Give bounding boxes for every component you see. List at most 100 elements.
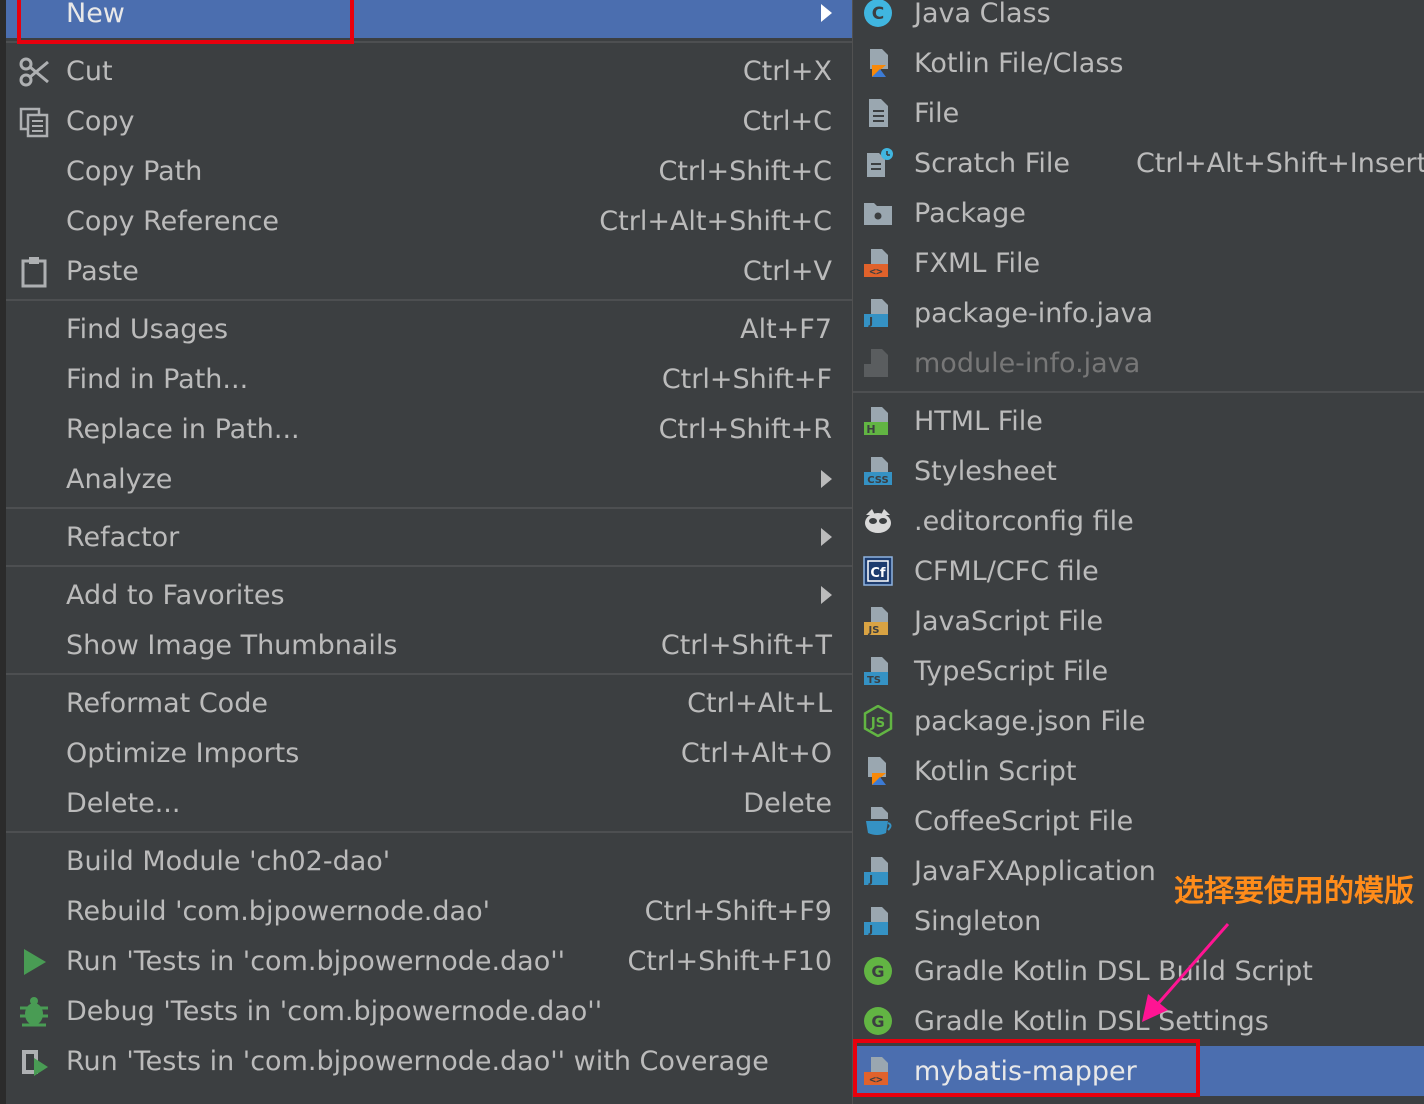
menu-item-label: Scratch File [914, 147, 1070, 179]
svg-text:J: J [868, 873, 873, 886]
file-icon [862, 97, 894, 129]
gradle-icon: G [862, 1005, 894, 1037]
menu-item-label: Copy Reference [66, 205, 280, 237]
menu-item-package-info[interactable]: Jpackage-info.java [853, 288, 1424, 338]
menu-item-shortcut: Ctrl+V [742, 255, 832, 287]
menu-item-label: Java Class [914, 0, 1051, 29]
menu-separator [6, 670, 852, 678]
svg-text:<>: <> [869, 1073, 883, 1086]
menu-item-label: New [66, 0, 125, 29]
css-file-icon: CSS [862, 455, 894, 487]
menu-separator [6, 504, 852, 512]
menu-item-build-module[interactable]: Build Module 'ch02-dao' [6, 836, 852, 886]
debug-bug-icon [18, 996, 50, 1028]
submenu-arrow-icon [821, 586, 832, 604]
menu-item-label: Replace in Path... [66, 413, 300, 445]
submenu-arrow-icon [821, 528, 832, 546]
menu-item-scratch-file[interactable]: Scratch File Ctrl+Alt+Shift+Insert [853, 138, 1424, 188]
menu-item-run-coverage[interactable]: Run 'Tests in 'com.bjpowernode.dao'' wit… [6, 1036, 852, 1086]
svg-text:J: J [868, 315, 873, 328]
svg-text:JS: JS [870, 716, 885, 731]
menu-item-label: FXML File [914, 247, 1041, 279]
menu-item-refactor[interactable]: Refactor [6, 512, 852, 562]
menu-item-reformat-code[interactable]: Reformat Code Ctrl+Alt+L [6, 678, 852, 728]
submenu-arrow-icon [821, 470, 832, 488]
menu-item-label: Package [914, 197, 1026, 229]
menu-item-label: CoffeeScript File [914, 805, 1134, 837]
clipboard-icon [18, 256, 50, 288]
menu-item-javascript-file[interactable]: JS JavaScript File [853, 596, 1424, 646]
menu-item-cfml-cfc[interactable]: Cf CFML/CFC file [853, 546, 1424, 596]
menu-item-label: package-info.java [914, 297, 1154, 329]
menu-item-shortcut: Ctrl+Shift+R [658, 413, 832, 445]
menu-item-replace-in-path[interactable]: Replace in Path... Ctrl+Shift+R [6, 404, 852, 454]
menu-item-debug-tests[interactable]: Debug 'Tests in 'com.bjpowernode.dao'' [6, 986, 852, 1036]
nodejs-icon: JS [862, 704, 894, 738]
menu-item-label: Add to Favorites [66, 579, 285, 611]
menu-item-java-class[interactable]: C Java Class [853, 0, 1424, 38]
menu-item-fxml-file[interactable]: <> FXML File [853, 238, 1424, 288]
menu-item-file[interactable]: File [853, 88, 1424, 138]
scratch-file-icon [862, 147, 894, 179]
svg-text:TS: TS [867, 675, 881, 686]
java-file-icon: J [862, 297, 894, 329]
menu-item-label: Analyze [66, 463, 173, 495]
menu-item-package[interactable]: Package [853, 188, 1424, 238]
menu-item-optimize-imports[interactable]: Optimize Imports Ctrl+Alt+O [6, 728, 852, 778]
menu-item-shortcut: Ctrl+Alt+O [680, 737, 832, 769]
menu-item-typescript-file[interactable]: TS TypeScript File [853, 646, 1424, 696]
menu-item-package-json[interactable]: JS package.json File [853, 696, 1424, 746]
menu-item-label: mybatis-mapper [914, 1055, 1137, 1087]
javascript-file-icon: JS [862, 605, 894, 637]
menu-item-copy-reference[interactable]: Copy Reference Ctrl+Alt+Shift+C [6, 196, 852, 246]
annotation-text: 选择要使用的模版 [1174, 874, 1414, 909]
coffeescript-icon [862, 805, 894, 837]
menu-item-find-in-path[interactable]: Find in Path... Ctrl+Shift+F [6, 354, 852, 404]
menu-item-stylesheet[interactable]: CSS Stylesheet [853, 446, 1424, 496]
menu-item-label: Run 'Tests in 'com.bjpowernode.dao'' [66, 945, 566, 977]
svg-text:JS: JS [868, 625, 880, 636]
kotlin-script-icon [862, 755, 894, 787]
menu-item-label: Find Usages [66, 313, 229, 345]
menu-item-label: Reformat Code [66, 687, 268, 719]
menu-item-find-usages[interactable]: Find Usages Alt+F7 [6, 304, 852, 354]
menu-item-copy[interactable]: Copy Ctrl+C [6, 96, 852, 146]
run-icon [18, 946, 50, 978]
menu-item-label: Copy [66, 105, 135, 137]
menu-item-shortcut: Ctrl+Shift+C [658, 155, 832, 187]
menu-item-rebuild[interactable]: Rebuild 'com.bjpowernode.dao' Ctrl+Shift+… [6, 886, 852, 936]
kotlin-file-icon [862, 47, 894, 79]
fxml-file-icon: <> [862, 247, 894, 279]
menu-separator [6, 828, 852, 836]
menu-item-paste[interactable]: Paste Ctrl+V [6, 246, 852, 296]
menu-item-label: Show Image Thumbnails [66, 629, 398, 661]
menu-item-cut[interactable]: Cut Ctrl+X [6, 46, 852, 96]
menu-item-label: Kotlin File/Class [914, 47, 1124, 79]
menu-item-shortcut: Ctrl+Shift+F [661, 363, 832, 395]
menu-item-label: Refactor [66, 521, 180, 553]
editorconfig-icon [862, 505, 894, 537]
menu-item-label: Run 'Tests in 'com.bjpowernode.dao'' wit… [66, 1045, 769, 1077]
menu-item-delete[interactable]: Delete... Delete [6, 778, 852, 828]
menu-item-label: JavaScript File [914, 605, 1104, 637]
menu-item-new[interactable]: New [6, 0, 852, 38]
menu-item-analyze[interactable]: Analyze [6, 454, 852, 504]
menu-item-coffeescript-file[interactable]: CoffeeScript File [853, 796, 1424, 846]
menu-item-editorconfig[interactable]: .editorconfig file [853, 496, 1424, 546]
menu-item-mybatis-mapper[interactable]: <> mybatis-mapper [853, 1046, 1424, 1096]
menu-item-kotlin-file-class[interactable]: Kotlin File/Class [853, 38, 1424, 88]
menu-separator [6, 38, 852, 46]
menu-item-label: package.json File [914, 705, 1146, 737]
menu-item-shortcut: Ctrl+Alt+Shift+C [599, 205, 832, 237]
menu-item-label: TypeScript File [914, 655, 1109, 687]
menu-item-add-to-favorites[interactable]: Add to Favorites [6, 570, 852, 620]
menu-item-kotlin-script[interactable]: Kotlin Script [853, 746, 1424, 796]
menu-item-shortcut: Alt+F7 [740, 313, 832, 345]
menu-item-copy-path[interactable]: Copy Path Ctrl+Shift+C [6, 146, 852, 196]
menu-item-show-image-thumbnails[interactable]: Show Image Thumbnails Ctrl+Shift+T [6, 620, 852, 670]
submenu-arrow-icon [821, 4, 832, 22]
menu-item-html-file[interactable]: H HTML File [853, 396, 1424, 446]
menu-item-shortcut: Ctrl+Alt+L [687, 687, 832, 719]
menu-item-run-tests[interactable]: Run 'Tests in 'com.bjpowernode.dao'' Ctrl… [6, 936, 852, 986]
menu-item-module-info: module-info.java [853, 338, 1424, 388]
